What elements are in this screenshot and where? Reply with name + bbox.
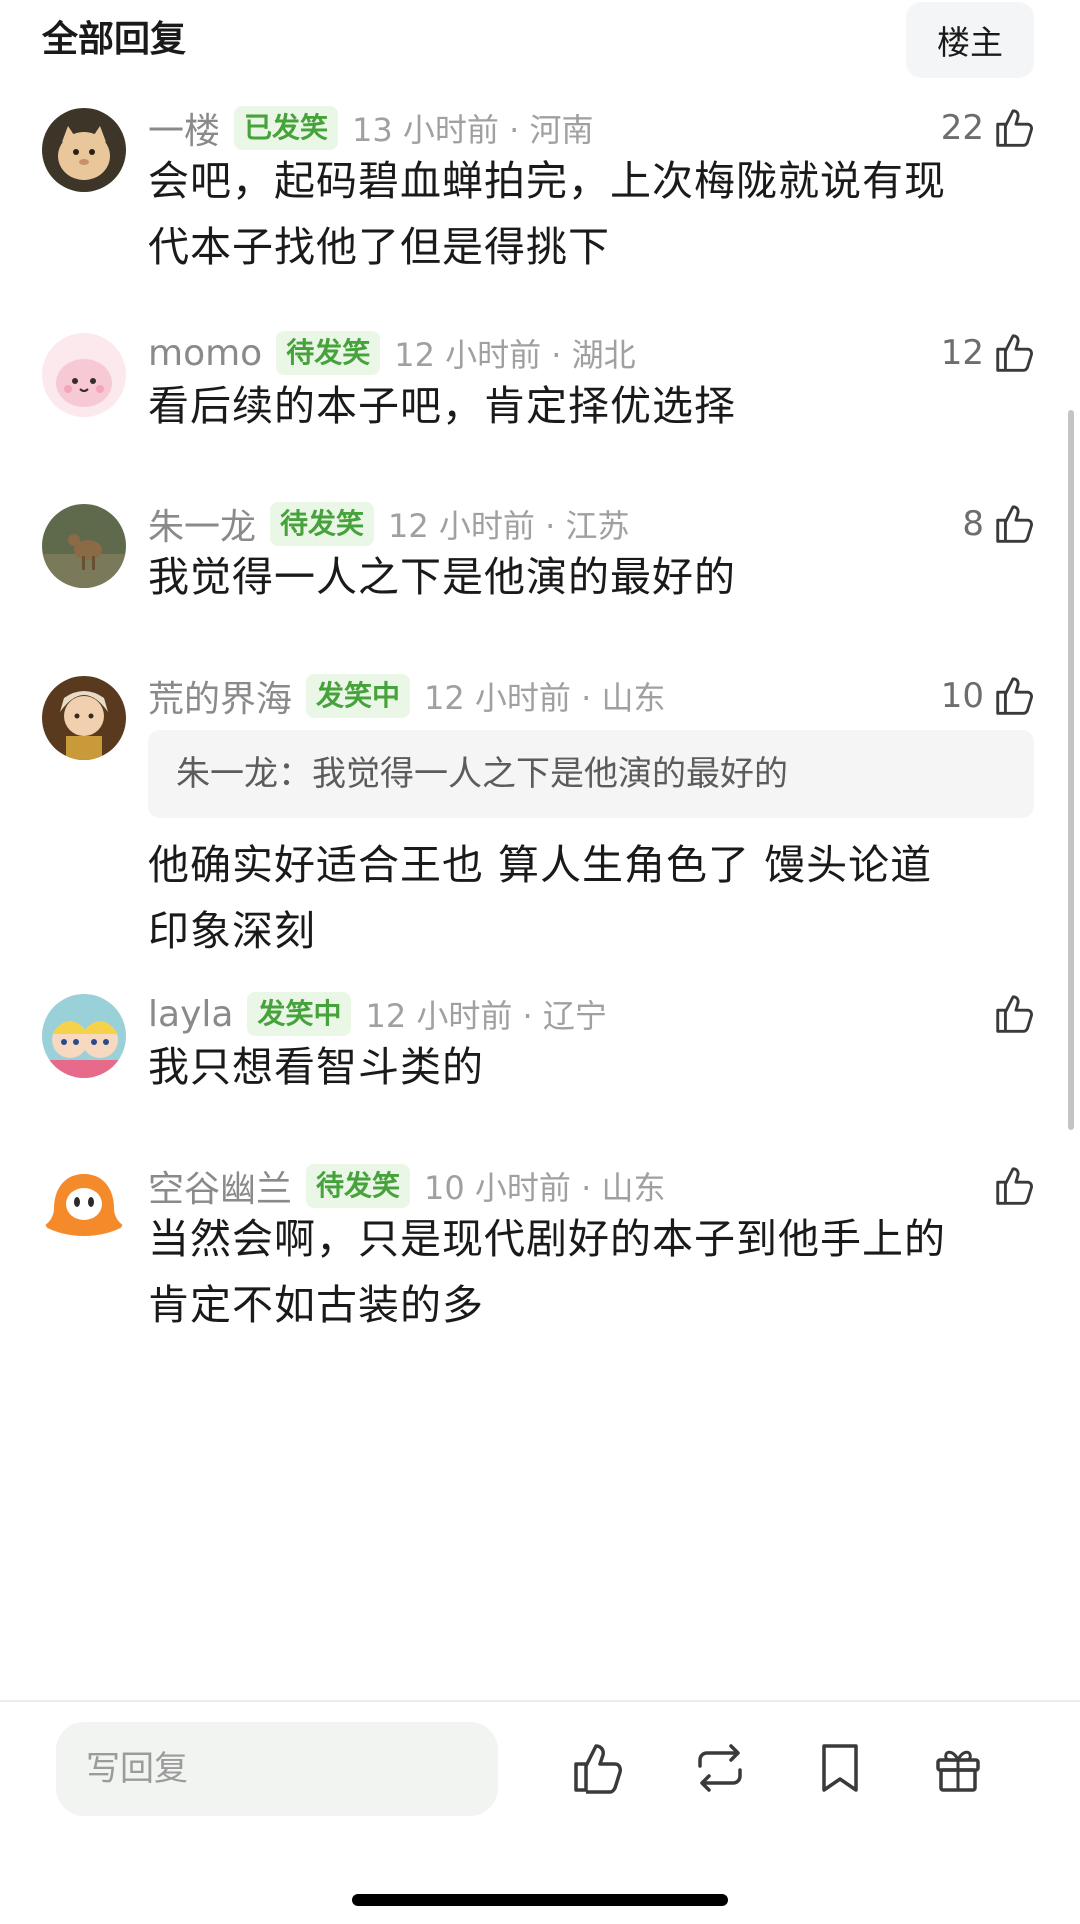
thumbs-up-icon xyxy=(996,1167,1033,1205)
like-count: 22 xyxy=(940,108,984,148)
comment-text: 他确实好适合王也 算人生角色了 馒头论道 印象深刻 xyxy=(148,832,1028,964)
username[interactable]: 空谷幽兰 xyxy=(148,1160,292,1212)
timestamp-location: 10 小时前 · 山东 xyxy=(424,1169,666,1207)
repost-icon[interactable] xyxy=(690,1738,750,1798)
owner-only-button[interactable]: 楼主 xyxy=(906,2,1034,78)
comment-line: 他确实好适合王也 算人生角色了 馒头论道 xyxy=(148,841,933,889)
timestamp-location: 13 小时前 · 河南 xyxy=(352,111,594,149)
comment-text: 我只想看智斗类的 xyxy=(148,1034,1028,1100)
status-badge: 待发笑 xyxy=(270,502,375,546)
bookmark-icon[interactable] xyxy=(810,1738,870,1798)
comment-line: 看后续的本子吧，肯定择优选择 xyxy=(148,382,736,430)
comment-text: 我觉得一人之下是他演的最好的 xyxy=(148,544,1028,610)
username[interactable]: layla xyxy=(148,994,233,1035)
home-indicator[interactable] xyxy=(352,1894,728,1906)
status-badge: 发笑中 xyxy=(306,674,411,718)
comment-text: 看后续的本子吧，肯定择优选择 xyxy=(148,373,1028,439)
username[interactable]: 朱一龙 xyxy=(148,498,256,550)
page-title: 全部回复 xyxy=(42,19,187,60)
thumbs-up-icon xyxy=(996,995,1033,1033)
comment-line: 代本子找他了但是得挑下 xyxy=(148,223,610,271)
comment-text: 当然会啊，只是现代剧好的本子到他手上的 肯定不如古装的多 xyxy=(148,1206,1028,1338)
like-count: 10 xyxy=(940,676,984,716)
like-icon[interactable] xyxy=(568,1738,628,1798)
timestamp-location: 12 小时前 · 山东 xyxy=(424,679,666,717)
status-badge: 发笑中 xyxy=(247,992,352,1036)
status-badge: 待发笑 xyxy=(276,331,381,375)
thumbs-up-icon xyxy=(996,334,1033,372)
divider xyxy=(0,1700,1080,1702)
like-count: 8 xyxy=(962,504,984,544)
reply-placeholder: 写回复 xyxy=(86,1749,188,1789)
avatar[interactable] xyxy=(42,504,126,588)
comment-meta: 荒的界海 发笑中 12 小时前 · 山东 xyxy=(148,668,665,724)
timestamp-location: 12 小时前 · 湖北 xyxy=(394,336,636,374)
like-count: 12 xyxy=(940,333,984,373)
avatar[interactable] xyxy=(42,108,126,192)
thumbs-up-icon xyxy=(996,505,1033,543)
status-badge: 已发笑 xyxy=(234,106,339,150)
comment-line: 我只想看智斗类的 xyxy=(148,1043,484,1091)
scrollbar[interactable] xyxy=(1068,410,1074,1130)
avatar[interactable] xyxy=(42,1166,126,1250)
avatar[interactable] xyxy=(42,676,126,760)
comment-line: 当然会啊，只是现代剧好的本子到他手上的 xyxy=(148,1215,946,1263)
gift-icon[interactable] xyxy=(928,1738,988,1798)
avatar[interactable] xyxy=(42,333,126,417)
timestamp-location: 12 小时前 · 江苏 xyxy=(388,507,630,545)
timestamp-location: 12 小时前 · 辽宁 xyxy=(365,997,607,1035)
header: 全部回复 楼主 xyxy=(0,0,1080,90)
thumbs-up-icon xyxy=(996,677,1033,715)
reply-input[interactable]: 写回复 xyxy=(56,1722,498,1816)
comment-line: 会吧，起码碧血蝉拍完，上次梅陇就说有现 xyxy=(148,157,946,205)
like-button[interactable]: 10 xyxy=(941,668,1038,724)
quoted-reply[interactable]: 朱一龙：我觉得一人之下是他演的最好的 xyxy=(148,730,1034,818)
username[interactable]: 荒的界海 xyxy=(148,670,292,722)
avatar[interactable] xyxy=(42,994,126,1078)
username[interactable]: momo xyxy=(148,333,262,374)
comment-line: 印象深刻 xyxy=(148,907,316,955)
username[interactable]: 一楼 xyxy=(148,102,220,154)
comment-line: 我觉得一人之下是他演的最好的 xyxy=(148,553,736,601)
comment-line: 肯定不如古装的多 xyxy=(148,1281,484,1329)
status-badge: 待发笑 xyxy=(306,1164,411,1208)
comment-text: 会吧，起码碧血蝉拍完，上次梅陇就说有现 代本子找他了但是得挑下 xyxy=(148,148,1028,280)
thumbs-up-icon xyxy=(996,109,1033,147)
